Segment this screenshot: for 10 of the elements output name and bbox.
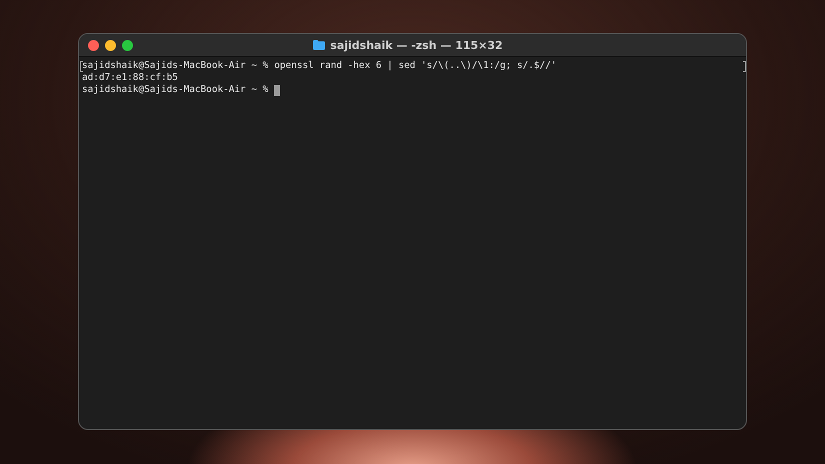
shell-prompt: sajidshaik@Sajids-MacBook-Air ~ % [82, 84, 268, 96]
close-button[interactable] [88, 40, 99, 50]
folder-icon [313, 40, 326, 50]
window-title: sajidshaik — -zsh — 115×32 [330, 38, 503, 52]
zoom-button[interactable] [122, 40, 133, 50]
command-output: ad:d7:e1:88:cf:b5 [82, 72, 178, 84]
shell-prompt: sajidshaik@Sajids-MacBook-Air ~ % [82, 60, 268, 72]
line-mark-icon [743, 61, 746, 72]
minimize-button[interactable] [105, 40, 116, 50]
command-text: openssl rand -hex 6 | sed 's/\(..\)/\1:/g; s/.$//' [274, 60, 556, 72]
